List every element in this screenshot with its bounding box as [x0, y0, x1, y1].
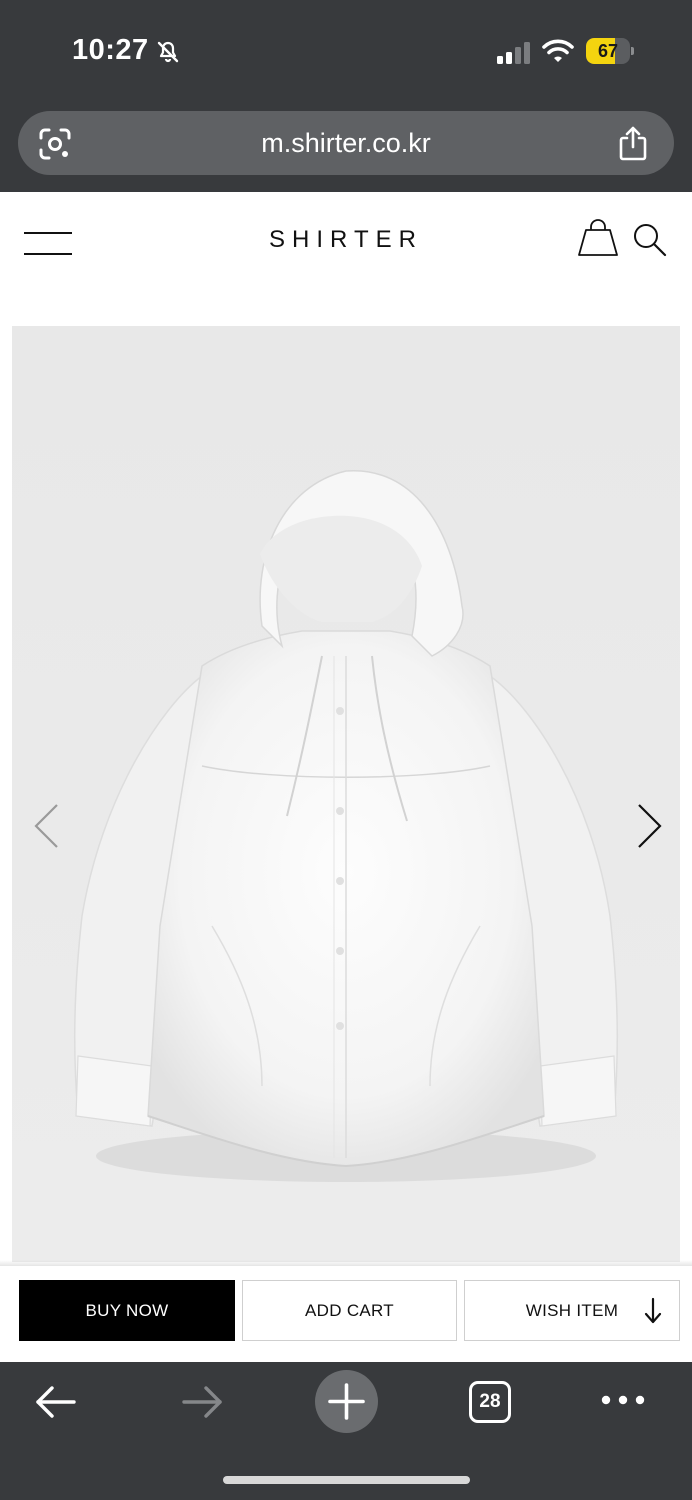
- wish-item-button[interactable]: WISH ITEM: [464, 1280, 680, 1341]
- signal-icon: [497, 42, 530, 64]
- back-arrow-icon[interactable]: [34, 1384, 78, 1420]
- down-arrow-icon[interactable]: [643, 1297, 663, 1325]
- product-image: [12, 326, 680, 1262]
- shopping-bag-icon[interactable]: [577, 218, 619, 258]
- search-icon[interactable]: [632, 222, 668, 258]
- home-indicator[interactable]: [223, 1476, 470, 1484]
- buy-now-button[interactable]: BUY NOW: [19, 1280, 235, 1341]
- bell-slash-icon: [157, 41, 179, 63]
- tab-count-button[interactable]: 28: [469, 1381, 511, 1423]
- battery-level: 67: [597, 41, 619, 61]
- product-image-carousel[interactable]: [12, 326, 680, 1262]
- plus-icon: [328, 1383, 365, 1420]
- chevron-right-icon[interactable]: [636, 802, 664, 850]
- site-header: SHIRTER: [0, 192, 692, 292]
- wifi-icon: [542, 39, 574, 62]
- ellipsis-icon[interactable]: [600, 1392, 646, 1408]
- forward-arrow-icon[interactable]: [180, 1384, 224, 1420]
- battery-icon: 67: [586, 38, 634, 64]
- add-cart-button[interactable]: ADD CART: [242, 1280, 457, 1341]
- browser-bottom-toolbar: 28: [0, 1362, 692, 1500]
- status-time: 10:27: [72, 34, 149, 66]
- chevron-left-icon[interactable]: [32, 802, 60, 850]
- url-text[interactable]: m.shirter.co.kr: [18, 111, 674, 175]
- browser-top-bar: 10:27 67 m.shirter.co.kr: [0, 0, 692, 192]
- new-tab-button[interactable]: [315, 1370, 378, 1433]
- share-icon[interactable]: [618, 125, 648, 161]
- product-action-bar: BUY NOW ADD CART WISH ITEM: [0, 1260, 692, 1362]
- address-bar[interactable]: m.shirter.co.kr: [18, 111, 674, 175]
- wish-item-label: WISH ITEM: [525, 1300, 619, 1320]
